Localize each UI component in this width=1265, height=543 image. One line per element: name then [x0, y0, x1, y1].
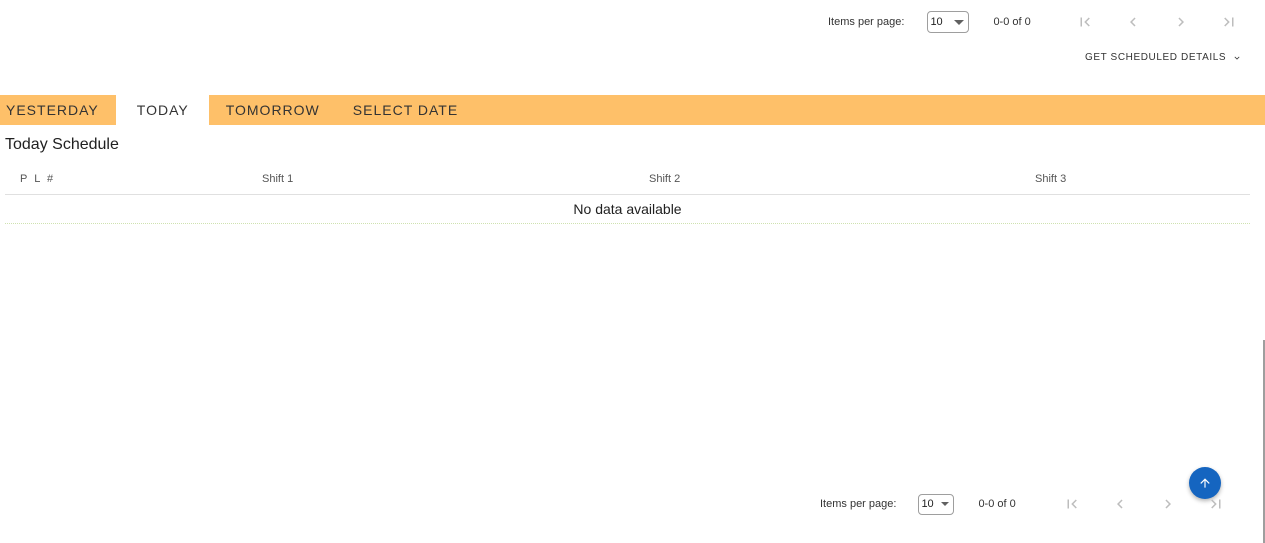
chevron-left-icon [1129, 17, 1136, 27]
column-header-shift-2[interactable]: Shift 2 [649, 173, 680, 185]
empty-state-message: No data available [5, 195, 1250, 224]
column-header-shift-3[interactable]: Shift 3 [1035, 173, 1066, 185]
dropdown-arrow-icon [954, 19, 965, 25]
last-page-button[interactable] [1205, 10, 1253, 34]
page-nav [1048, 492, 1240, 516]
column-header-pl[interactable]: P L # [20, 173, 55, 185]
column-header-shift-1[interactable]: Shift 1 [262, 173, 293, 185]
next-page-button[interactable] [1157, 10, 1205, 34]
get-scheduled-details-label: GET SCHEDULED DETAILS [1085, 52, 1227, 63]
page-size-select[interactable]: 10 [918, 493, 955, 515]
chevron-down-icon [1234, 56, 1240, 60]
last-page-icon [1210, 499, 1221, 509]
tab-select-date[interactable]: SELECT DATE [337, 95, 475, 125]
arrow-up-icon [1200, 478, 1210, 488]
items-per-page-label: Items per page: [828, 16, 905, 28]
first-page-button[interactable] [1048, 492, 1096, 516]
page: Items per page: 10 0-0 of 0 GET SCHEDULE… [0, 0, 1265, 543]
get-scheduled-details-button[interactable]: GET SCHEDULED DETAILS [1085, 52, 1242, 63]
first-page-icon [1067, 499, 1077, 509]
chevron-right-icon [1165, 499, 1171, 509]
next-page-button[interactable] [1144, 492, 1192, 516]
page-size-select[interactable]: 10 [927, 11, 970, 33]
top-paginator: Items per page: 10 0-0 of 0 [828, 11, 1253, 33]
bottom-paginator: Items per page: 10 0-0 of 0 [820, 493, 1240, 515]
table-header: P L # Shift 1 Shift 2 Shift 3 [5, 164, 1250, 195]
first-page-button[interactable] [1061, 10, 1109, 34]
chevron-left-icon [1116, 499, 1123, 509]
page-nav [1061, 10, 1253, 34]
tab-today[interactable]: TODAY [115, 95, 209, 125]
range-label: 0-0 of 0 [978, 498, 1016, 510]
dropdown-arrow-icon [941, 502, 950, 506]
tab-yesterday[interactable]: YESTERDAY [0, 95, 116, 125]
previous-page-button[interactable] [1109, 10, 1157, 34]
chevron-right-icon [1178, 17, 1184, 27]
range-label: 0-0 of 0 [993, 16, 1031, 28]
last-page-button[interactable] [1192, 492, 1240, 516]
page-title: Today Schedule [5, 136, 119, 153]
schedule-table: P L # Shift 1 Shift 2 Shift 3 No data av… [5, 164, 1250, 224]
tab-tomorrow[interactable]: TOMORROW [209, 95, 337, 125]
page-size-value: 10 [921, 498, 934, 510]
items-per-page-label: Items per page: [820, 498, 897, 510]
page-size-value: 10 [930, 16, 943, 28]
last-page-icon [1223, 17, 1234, 27]
date-tabs: YESTERDAY TODAY TOMORROW SELECT DATE [0, 95, 1265, 125]
previous-page-button[interactable] [1096, 492, 1144, 516]
first-page-icon [1080, 17, 1090, 27]
